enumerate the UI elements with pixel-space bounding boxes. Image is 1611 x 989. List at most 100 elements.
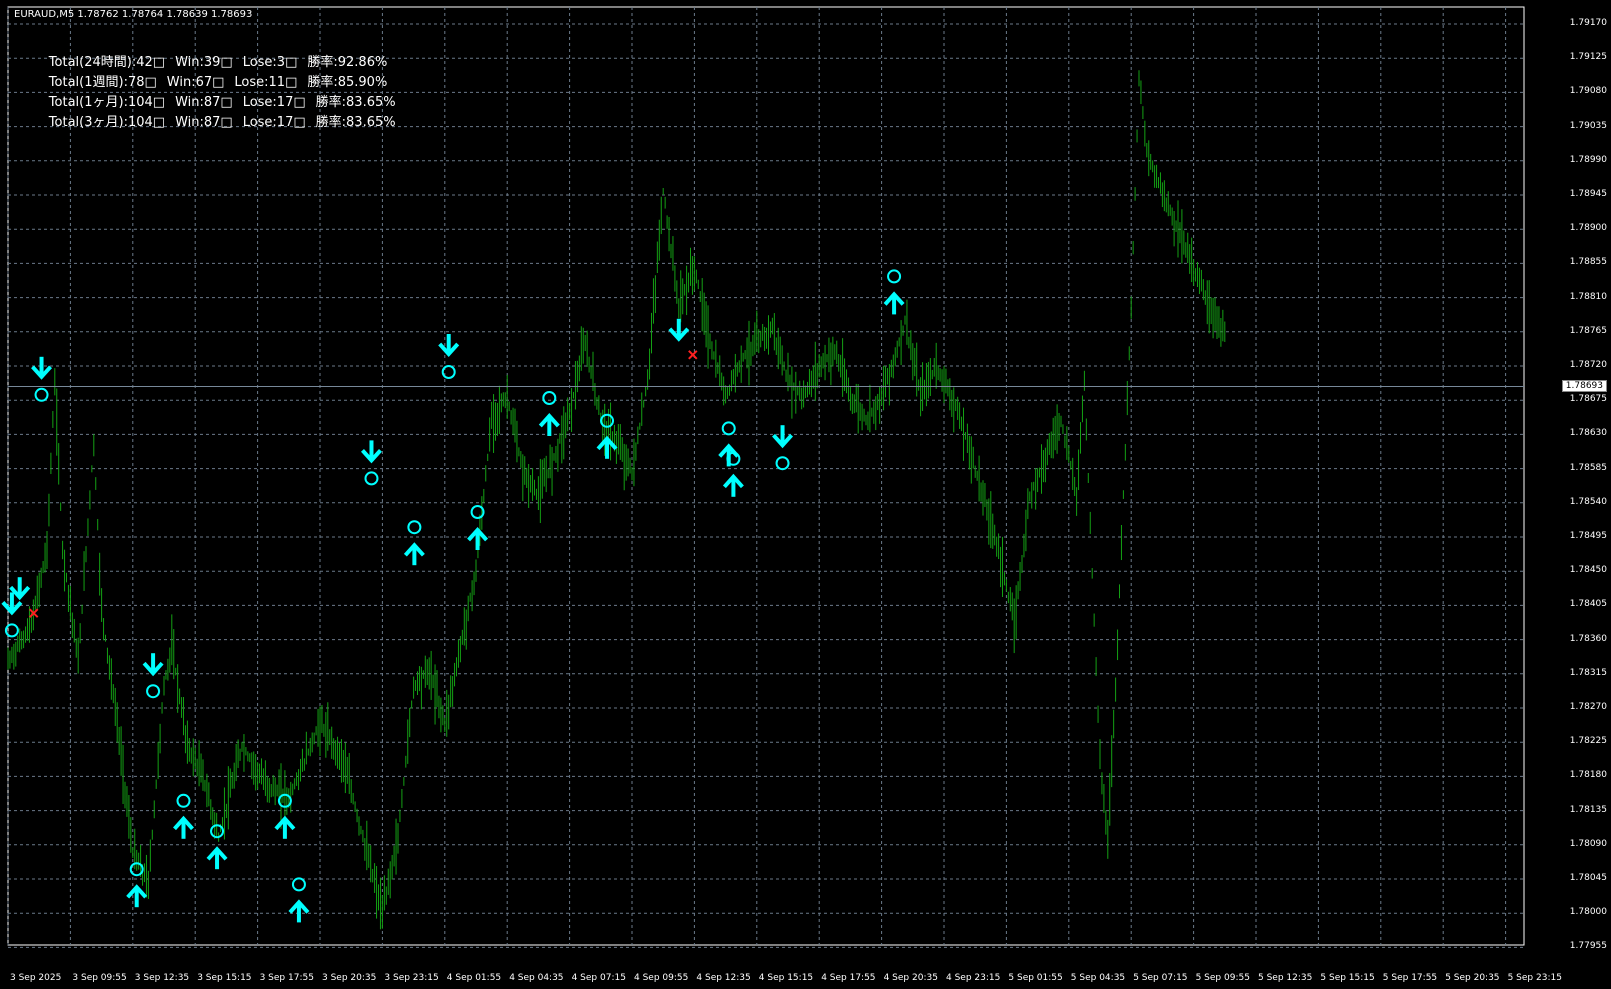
- win-circle-icon: [542, 391, 557, 405]
- buy-arrow-icon: [538, 413, 560, 436]
- price-axis-label: 1.78135: [1569, 804, 1607, 815]
- time-axis-label: 3 Sep 12:35: [134, 973, 190, 983]
- price-axis-label: 1.78945: [1569, 189, 1607, 199]
- buy-arrow-icon: [596, 435, 618, 459]
- buy-arrow-icon: [722, 473, 744, 497]
- time-axis-label: 5 Sep 12:35: [1258, 973, 1313, 983]
- price-axis-label: 1.77955: [1569, 941, 1607, 952]
- buy-arrow-icon: [274, 815, 296, 839]
- time-axis-label: 5 Sep 07:15: [1133, 973, 1188, 983]
- time-axis-label: 3 Sep 20:35: [322, 973, 377, 983]
- price-axis-label: 1.78990: [1569, 154, 1607, 165]
- time-axis-label: 4 Sep 12:35: [696, 973, 751, 983]
- price-axis-label: 1.78405: [1569, 599, 1607, 610]
- price-axis-label: 1.78045: [1569, 873, 1607, 883]
- time-axis-label: 5 Sep 15:15: [1320, 973, 1375, 983]
- stat-win: Win:87□: [175, 115, 233, 130]
- current-price-label: 1.78693: [1561, 379, 1607, 392]
- price-axis-label: 1.78720: [1569, 360, 1607, 370]
- chart-window[interactable]: EURAUD,M5 1.78762 1.78764 1.78639 1.7869…: [0, 0, 1611, 989]
- price-axis-label: 1.79080: [1569, 86, 1607, 97]
- sell-arrow-icon: [31, 356, 53, 380]
- stat-win: Win:67□: [166, 75, 225, 90]
- buy-arrow-icon: [403, 542, 425, 566]
- sell-arrow-icon: [772, 425, 794, 449]
- win-circle-icon: [775, 456, 790, 471]
- price-axis-label: 1.78180: [1569, 770, 1607, 781]
- win-circle-icon: [721, 421, 736, 436]
- time-axis-label: 5 Sep 01:55: [1008, 973, 1063, 983]
- stats-line-24h: Total(24時間):42□ Win:39□ Lose:3□ 勝率:92.86%: [24, 33, 406, 70]
- stat-rate: 勝率:85.90%: [307, 75, 388, 90]
- buy-arrow-icon: [288, 899, 310, 923]
- price-axis-label: 1.78540: [1569, 496, 1607, 507]
- time-axis-label: 5 Sep 17:55: [1382, 973, 1438, 983]
- stat-total: Total(3ヶ月):104□: [48, 115, 166, 130]
- win-circle-icon: [407, 520, 422, 535]
- stat-rate: 勝率:83.65%: [315, 115, 396, 130]
- stat-rate: 勝率:83.65%: [315, 95, 396, 110]
- price-axis-label: 1.78900: [1569, 223, 1607, 234]
- time-axis-label: 3 Sep 15:15: [197, 973, 252, 983]
- time-axis-label: 4 Sep 17:55: [821, 973, 876, 983]
- price-axis-label: 1.78855: [1569, 257, 1607, 268]
- buy-arrow-icon: [173, 815, 194, 839]
- price-axis-label: 1.78495: [1569, 531, 1607, 541]
- time-axis-label: 4 Sep 01:55: [446, 973, 502, 983]
- win-circle-icon: [364, 471, 379, 486]
- sell-arrow-icon: [438, 334, 460, 357]
- chart-frame: [7, 6, 1525, 946]
- sell-arrow-icon: [142, 653, 164, 677]
- price-axis-label: 1.78630: [1569, 428, 1607, 439]
- price-axis-label: 1.78585: [1569, 462, 1607, 473]
- loss-cross-icon: [688, 350, 698, 360]
- stat-lose: Lose:17□: [242, 115, 306, 130]
- price-axis-label: 1.79170: [1569, 18, 1607, 28]
- win-circle-icon: [34, 387, 49, 402]
- stats-panel: Total(24時間):42□ Win:39□ Lose:3□ 勝率:92.86% T…: [24, 33, 406, 130]
- price-axis-label: 1.78270: [1569, 702, 1607, 712]
- win-circle-icon: [291, 877, 306, 892]
- time-axis-label: 4 Sep 07:15: [571, 973, 626, 983]
- stat-total: Total(1週間):78□: [48, 75, 157, 90]
- price-axis-label: 1.78360: [1569, 633, 1607, 644]
- buy-arrow-icon: [883, 291, 905, 315]
- win-circle-icon: [146, 684, 161, 699]
- win-circle-icon: [441, 365, 456, 379]
- buy-arrow-icon: [467, 527, 489, 550]
- time-axis-label: 5 Sep 23:15: [1507, 973, 1562, 983]
- price-chart[interactable]: [0, 0, 1611, 989]
- time-axis-label: 5 Sep 20:35: [1445, 973, 1500, 983]
- time-axis-label: 4 Sep 23:15: [946, 973, 1001, 983]
- stat-lose: Lose:17□: [242, 95, 306, 110]
- buy-arrow-icon: [206, 846, 228, 870]
- time-axis-label: 5 Sep 09:55: [1195, 973, 1250, 983]
- time-axis-label: 4 Sep 15:15: [758, 973, 814, 983]
- time-axis-label: 3 Sep 17:55: [259, 973, 314, 983]
- time-axis-label: 4 Sep 04:35: [509, 973, 564, 983]
- stat-total: Total(1ヶ月):104□: [48, 95, 166, 110]
- price-axis-label: 1.78810: [1569, 291, 1607, 302]
- stat-rate: 勝率:92.86%: [307, 55, 388, 70]
- price-axis-label: 1.79035: [1569, 120, 1607, 131]
- sell-arrow-icon: [668, 318, 690, 342]
- win-circle-icon: [176, 793, 191, 808]
- price-axis-label: 1.79125: [1569, 52, 1607, 63]
- price-axis-label: 1.78000: [1569, 907, 1607, 918]
- stat-total: Total(24時間):42□: [48, 55, 166, 70]
- time-axis-label: 4 Sep 09:55: [634, 973, 689, 983]
- time-axis-label: 3 Sep 23:15: [384, 973, 439, 983]
- time-axis-label: 4 Sep 20:35: [883, 973, 938, 983]
- price-axis-label: 1.78225: [1569, 736, 1607, 747]
- chart-title: EURAUD,M5 1.78762 1.78764 1.78639 1.7869…: [14, 9, 253, 20]
- price-axis-label: 1.78765: [1569, 325, 1607, 336]
- win-circle-icon: [887, 269, 902, 284]
- stat-win: Win:87□: [175, 95, 233, 110]
- time-axis-label: 3 Sep 2025: [10, 973, 62, 983]
- price-axis-label: 1.78315: [1569, 667, 1607, 678]
- sell-arrow-icon: [360, 440, 382, 464]
- price-axis-label: 1.78090: [1569, 838, 1607, 849]
- stat-win: Win:39□: [175, 55, 233, 70]
- stat-lose: Lose:3□: [242, 55, 298, 70]
- price-axis-label: 1.78450: [1569, 565, 1607, 576]
